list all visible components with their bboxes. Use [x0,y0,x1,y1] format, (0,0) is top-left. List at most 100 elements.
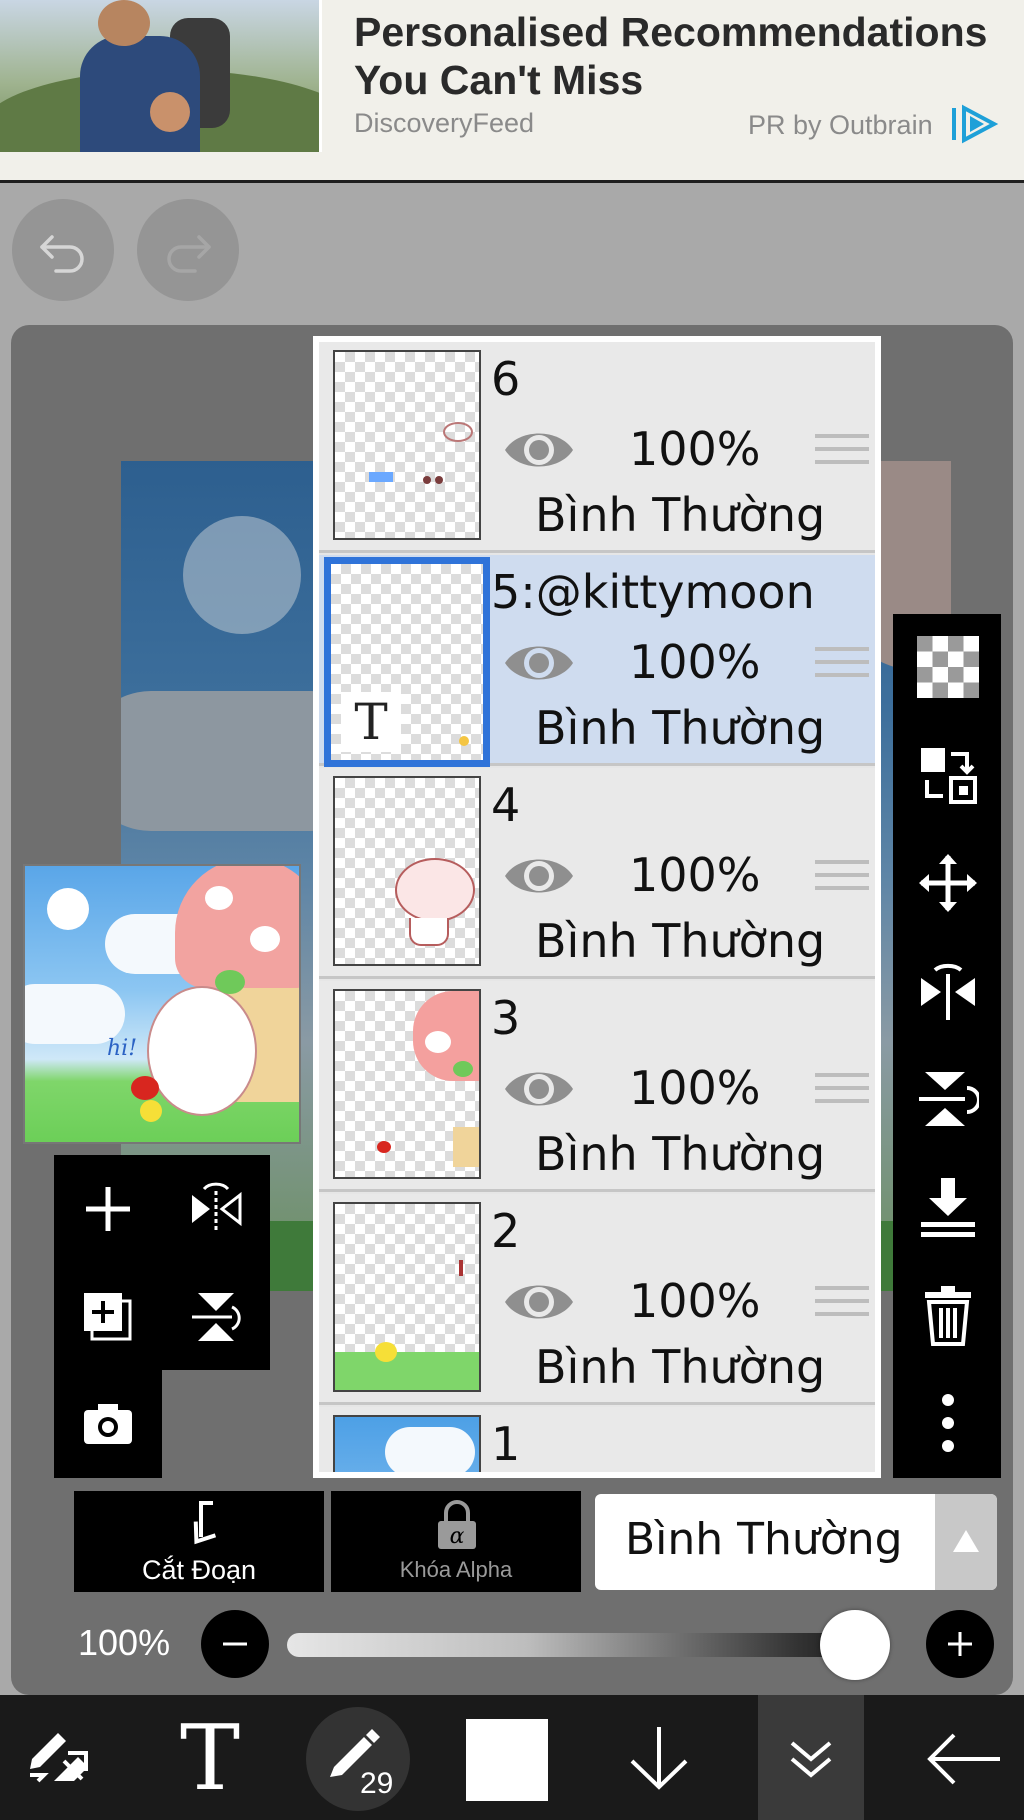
layer-thumbnail[interactable]: T [324,557,490,767]
opacity-increase-button[interactable] [926,1610,994,1678]
flip-vertical-button[interactable] [893,1046,1001,1154]
color-swatch[interactable] [466,1719,548,1801]
add-copy-layer-button[interactable] [54,1263,162,1371]
layer-name: 5:@kittymoon [491,565,815,619]
layer-thumbnail[interactable] [333,1202,481,1392]
opacity-slider[interactable] [287,1633,887,1657]
layer-row-6[interactable]: 6 100% Bình Thường [319,342,875,553]
swap-layer-button[interactable] [893,722,1001,830]
camera-icon [84,1404,132,1444]
swap-icon [921,748,977,804]
more-options-button[interactable] [893,1370,1001,1478]
opacity-slider-handle[interactable] [820,1610,890,1680]
ad-image[interactable] [0,0,322,152]
layer-blend-mode: Bình Thường [535,914,826,968]
ad-title[interactable]: Personalised Recommendations You Can't M… [354,8,1014,104]
layer-row-5[interactable]: T 5:@kittymoon 100% Bình Thường [319,555,875,767]
layer-thumbnail[interactable] [333,350,481,540]
merge-down-icon [921,1178,975,1237]
delete-layer-button[interactable] [893,1262,1001,1370]
flip-layer-vertical-button[interactable] [162,1263,270,1371]
redo-icon [167,235,211,273]
pen-size-label: 29 [360,1767,394,1800]
flip-horizontal-button[interactable] [893,938,1001,1046]
visibility-eye-icon[interactable] [501,422,577,478]
ad-banner[interactable]: Personalised Recommendations You Can't M… [0,0,1024,183]
layers-icon [790,1741,832,1778]
undo-button[interactable] [12,199,114,301]
undo-icon [40,235,84,273]
layer-row-1[interactable]: 1 [319,1407,875,1472]
layer-panel: 6 100% Bình Thường T 5:@kittymoon 100% B… [313,336,881,1478]
ad-source: DiscoveryFeed [354,108,535,138]
layer-row-4[interactable]: 4 100% Bình Thường [319,768,875,979]
layer-name: 2 [491,1204,521,1258]
back-button[interactable] [910,1695,1020,1820]
text-tool-button[interactable]: T [160,1695,260,1820]
lock-icon: α [438,1500,476,1549]
pen-tool-button[interactable]: 29 [306,1707,410,1811]
layer-thumbnail[interactable] [333,1415,481,1472]
flip-vertical-icon [192,1293,241,1341]
add-copy-icon [84,1293,132,1341]
layer-name: 1 [491,1417,521,1471]
visibility-eye-icon[interactable] [501,848,577,904]
move-icon [919,854,977,912]
minus-icon [223,1642,247,1646]
camera-button[interactable] [54,1370,162,1478]
drag-handle-icon[interactable] [815,860,869,900]
opacity-decrease-button[interactable] [201,1610,269,1678]
layer-thumbnail[interactable] [333,989,481,1179]
tool-switch-button[interactable] [0,1695,124,1820]
layer-tools-panel [54,1155,270,1370]
back-icon [927,1733,1000,1785]
alpha-lock-button[interactable]: α Khóa Alpha [331,1491,581,1592]
drag-handle-icon[interactable] [815,1073,869,1113]
triangle-up-icon [953,1530,979,1552]
layer-blend-mode: Bình Thường [535,701,826,755]
move-layer-button[interactable] [893,830,1001,938]
merge-down-button[interactable] [893,1154,1001,1262]
redo-button[interactable] [137,199,239,301]
layer-opacity[interactable]: 100% [629,422,761,476]
layer-opacity[interactable]: 100% [629,635,761,689]
layer-opacity[interactable]: 100% [629,1274,761,1328]
trash-icon [925,1286,971,1346]
alpha-lock-label: Khóa Alpha [399,1557,513,1582]
text-tool-icon: T [180,1717,240,1797]
layers-button[interactable] [758,1695,864,1820]
transparency-button[interactable] [893,614,1001,722]
svg-text:T: T [180,1717,240,1797]
drag-handle-icon[interactable] [815,1286,869,1326]
layer-thumbnail[interactable] [333,776,481,966]
visibility-eye-icon[interactable] [501,635,577,691]
layer-row-2[interactable]: 2 100% Bình Thường [319,1194,875,1405]
layer-row-3[interactable]: 3 100% Bình Thường [319,981,875,1192]
layer-name: 4 [491,778,521,832]
blend-mode-value: Bình Thường [625,1514,903,1565]
layer-opacity[interactable]: 100% [629,1061,761,1115]
svg-text:α: α [450,1524,465,1549]
flip-layer-horizontal-button[interactable] [162,1155,270,1263]
add-layer-icon [86,1187,130,1231]
layer-list[interactable]: 6 100% Bình Thường T 5:@kittymoon 100% B… [319,342,875,1472]
ad-sponsor-label[interactable]: PR by Outbrain [748,110,933,141]
drag-handle-icon[interactable] [815,647,869,687]
arrow-down-button[interactable] [614,1695,704,1820]
layer-opacity[interactable]: 100% [629,848,761,902]
blend-mode-select[interactable]: Bình Thường [595,1494,997,1590]
add-layer-button[interactable] [54,1155,162,1263]
blend-mode-dropdown-button[interactable] [935,1494,997,1590]
visibility-eye-icon[interactable] [501,1274,577,1330]
layer-action-strip [893,614,1001,1478]
transparency-icon [917,636,979,698]
flip-horizontal-icon [192,1182,242,1233]
drag-handle-icon[interactable] [815,434,869,474]
canvas-preview[interactable]: hi! [23,864,301,1144]
camera-tool-panel [54,1370,162,1478]
visibility-eye-icon[interactable] [501,1061,577,1117]
outbrain-logo-icon[interactable] [950,104,1002,144]
clipping-button[interactable]: Cắt Đoạn [74,1491,324,1592]
plus-icon [948,1632,972,1656]
tool-switch-icon [30,1733,88,1783]
